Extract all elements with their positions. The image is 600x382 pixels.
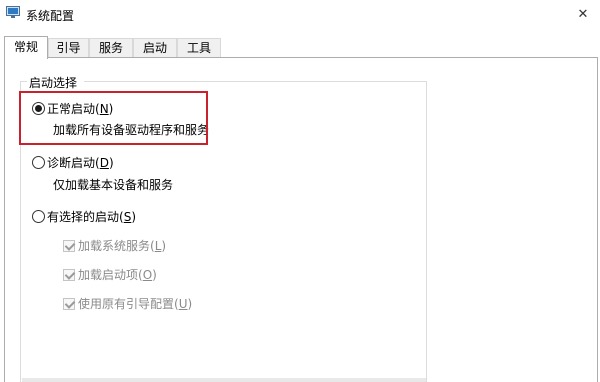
title-bar: 系统配置 ✕ bbox=[0, 0, 600, 30]
tab-strip: 常规 引导 服务 启动 工具 bbox=[0, 36, 600, 59]
selective-startup-radio[interactable]: 有选择的启动(S) bbox=[32, 208, 136, 225]
radio-button-checked[interactable] bbox=[32, 102, 45, 115]
groupbox-bottom-edge bbox=[22, 378, 426, 382]
normal-startup-description: 加载所有设备驱动程序和服务 bbox=[53, 123, 210, 137]
use-original-boot-config-checkbox[interactable]: 使用原有引导配置(U) bbox=[63, 295, 192, 312]
tab-startup[interactable]: 启动 bbox=[133, 38, 177, 58]
system-config-icon bbox=[6, 6, 20, 18]
tab-boot[interactable]: 引导 bbox=[48, 38, 89, 58]
radio-button[interactable] bbox=[32, 156, 45, 169]
normal-startup-label: 正常启动(N) bbox=[47, 102, 114, 116]
checkbox-checked-disabled[interactable] bbox=[63, 239, 75, 252]
groupbox-left bbox=[20, 81, 21, 382]
window-title: 系统配置 bbox=[26, 9, 75, 23]
startup-selection-legend: 启动选择 bbox=[27, 74, 80, 91]
checkbox-checked-disabled[interactable] bbox=[63, 268, 75, 281]
load-startup-items-checkbox[interactable]: 加载启动项(O) bbox=[63, 266, 157, 283]
normal-startup-radio[interactable]: 正常启动(N) bbox=[32, 100, 113, 117]
selective-startup-label: 有选择的启动(S) bbox=[47, 210, 136, 224]
close-icon: ✕ bbox=[577, 6, 589, 22]
checkbox-checked-disabled[interactable] bbox=[63, 297, 75, 310]
use-original-boot-config-label: 使用原有引导配置(U) bbox=[78, 297, 193, 311]
load-system-services-label: 加载系统服务(L) bbox=[78, 239, 167, 253]
groupbox-top-right bbox=[84, 81, 427, 82]
tab-general[interactable]: 常规 bbox=[4, 36, 48, 59]
tab-services[interactable]: 服务 bbox=[89, 38, 133, 58]
tab-tools[interactable]: 工具 bbox=[177, 38, 221, 58]
diagnostic-startup-description: 仅加载基本设备和服务 bbox=[53, 178, 174, 192]
load-startup-items-label: 加载启动项(O) bbox=[78, 268, 157, 282]
diagnostic-startup-label: 诊断启动(D) bbox=[47, 156, 114, 170]
radio-button[interactable] bbox=[32, 210, 45, 223]
groupbox-right bbox=[426, 81, 427, 382]
diagnostic-startup-radio[interactable]: 诊断启动(D) bbox=[32, 154, 114, 171]
load-system-services-checkbox[interactable]: 加载系统服务(L) bbox=[63, 237, 166, 254]
close-button[interactable]: ✕ bbox=[566, 0, 600, 28]
